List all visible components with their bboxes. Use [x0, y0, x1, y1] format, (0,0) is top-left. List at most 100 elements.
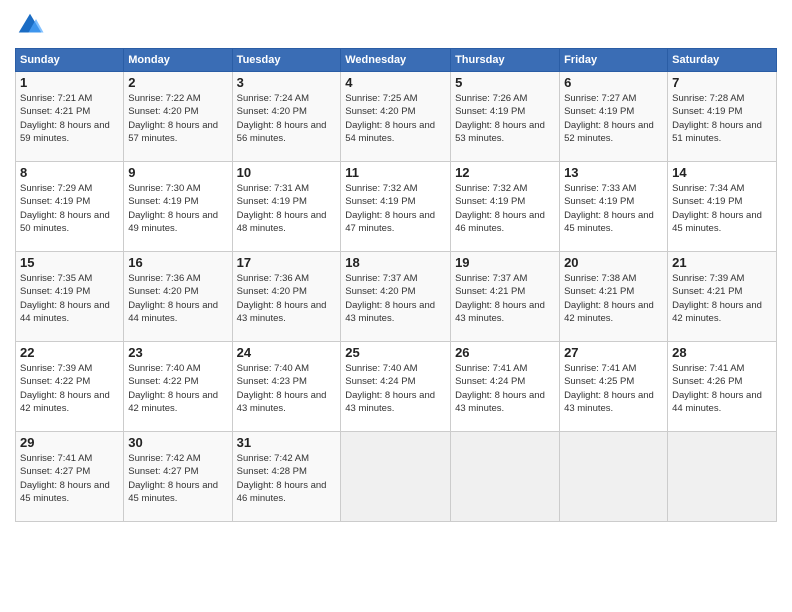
calendar-cell: 12 Sunrise: 7:32 AM Sunset: 4:19 PM Dayl… [451, 162, 560, 252]
day-number: 6 [564, 75, 663, 90]
day-number: 12 [455, 165, 555, 180]
calendar-week-5: 29 Sunrise: 7:41 AM Sunset: 4:27 PM Dayl… [16, 432, 777, 522]
calendar-cell: 29 Sunrise: 7:41 AM Sunset: 4:27 PM Dayl… [16, 432, 124, 522]
day-number: 22 [20, 345, 119, 360]
day-number: 27 [564, 345, 663, 360]
day-number: 13 [564, 165, 663, 180]
day-number: 29 [20, 435, 119, 450]
day-number: 11 [345, 165, 446, 180]
day-info: Sunrise: 7:40 AM Sunset: 4:23 PM Dayligh… [237, 362, 337, 415]
calendar-cell: 28 Sunrise: 7:41 AM Sunset: 4:26 PM Dayl… [668, 342, 777, 432]
logo [15, 10, 49, 40]
calendar-cell: 8 Sunrise: 7:29 AM Sunset: 4:19 PM Dayli… [16, 162, 124, 252]
day-number: 14 [672, 165, 772, 180]
day-info: Sunrise: 7:31 AM Sunset: 4:19 PM Dayligh… [237, 182, 337, 235]
calendar-cell: 26 Sunrise: 7:41 AM Sunset: 4:24 PM Dayl… [451, 342, 560, 432]
day-info: Sunrise: 7:35 AM Sunset: 4:19 PM Dayligh… [20, 272, 119, 325]
day-number: 4 [345, 75, 446, 90]
calendar-cell: 11 Sunrise: 7:32 AM Sunset: 4:19 PM Dayl… [341, 162, 451, 252]
day-number: 15 [20, 255, 119, 270]
day-number: 25 [345, 345, 446, 360]
day-info: Sunrise: 7:37 AM Sunset: 4:21 PM Dayligh… [455, 272, 555, 325]
day-number: 31 [237, 435, 337, 450]
calendar-cell: 25 Sunrise: 7:40 AM Sunset: 4:24 PM Dayl… [341, 342, 451, 432]
calendar-cell: 4 Sunrise: 7:25 AM Sunset: 4:20 PM Dayli… [341, 72, 451, 162]
calendar-cell: 7 Sunrise: 7:28 AM Sunset: 4:19 PM Dayli… [668, 72, 777, 162]
calendar-cell: 14 Sunrise: 7:34 AM Sunset: 4:19 PM Dayl… [668, 162, 777, 252]
page: SundayMondayTuesdayWednesdayThursdayFrid… [0, 0, 792, 612]
day-number: 30 [128, 435, 227, 450]
day-number: 2 [128, 75, 227, 90]
calendar-cell: 18 Sunrise: 7:37 AM Sunset: 4:20 PM Dayl… [341, 252, 451, 342]
calendar-cell: 17 Sunrise: 7:36 AM Sunset: 4:20 PM Dayl… [232, 252, 341, 342]
logo-icon [15, 10, 45, 40]
day-number: 19 [455, 255, 555, 270]
header-tuesday: Tuesday [232, 49, 341, 72]
calendar-table: SundayMondayTuesdayWednesdayThursdayFrid… [15, 48, 777, 522]
day-info: Sunrise: 7:40 AM Sunset: 4:22 PM Dayligh… [128, 362, 227, 415]
day-info: Sunrise: 7:38 AM Sunset: 4:21 PM Dayligh… [564, 272, 663, 325]
day-info: Sunrise: 7:26 AM Sunset: 4:19 PM Dayligh… [455, 92, 555, 145]
day-info: Sunrise: 7:42 AM Sunset: 4:28 PM Dayligh… [237, 452, 337, 505]
day-number: 16 [128, 255, 227, 270]
day-info: Sunrise: 7:41 AM Sunset: 4:26 PM Dayligh… [672, 362, 772, 415]
calendar-week-1: 1 Sunrise: 7:21 AM Sunset: 4:21 PM Dayli… [16, 72, 777, 162]
day-number: 8 [20, 165, 119, 180]
day-number: 9 [128, 165, 227, 180]
day-info: Sunrise: 7:36 AM Sunset: 4:20 PM Dayligh… [128, 272, 227, 325]
calendar-cell: 13 Sunrise: 7:33 AM Sunset: 4:19 PM Dayl… [560, 162, 668, 252]
calendar-cell: 16 Sunrise: 7:36 AM Sunset: 4:20 PM Dayl… [124, 252, 232, 342]
day-info: Sunrise: 7:33 AM Sunset: 4:19 PM Dayligh… [564, 182, 663, 235]
day-info: Sunrise: 7:37 AM Sunset: 4:20 PM Dayligh… [345, 272, 446, 325]
day-info: Sunrise: 7:29 AM Sunset: 4:19 PM Dayligh… [20, 182, 119, 235]
day-info: Sunrise: 7:21 AM Sunset: 4:21 PM Dayligh… [20, 92, 119, 145]
header-thursday: Thursday [451, 49, 560, 72]
calendar-cell: 15 Sunrise: 7:35 AM Sunset: 4:19 PM Dayl… [16, 252, 124, 342]
day-info: Sunrise: 7:41 AM Sunset: 4:24 PM Dayligh… [455, 362, 555, 415]
header-friday: Friday [560, 49, 668, 72]
day-number: 26 [455, 345, 555, 360]
calendar-cell [451, 432, 560, 522]
calendar-cell: 21 Sunrise: 7:39 AM Sunset: 4:21 PM Dayl… [668, 252, 777, 342]
header-sunday: Sunday [16, 49, 124, 72]
day-info: Sunrise: 7:24 AM Sunset: 4:20 PM Dayligh… [237, 92, 337, 145]
header-wednesday: Wednesday [341, 49, 451, 72]
calendar-cell: 2 Sunrise: 7:22 AM Sunset: 4:20 PM Dayli… [124, 72, 232, 162]
calendar-cell: 1 Sunrise: 7:21 AM Sunset: 4:21 PM Dayli… [16, 72, 124, 162]
day-info: Sunrise: 7:42 AM Sunset: 4:27 PM Dayligh… [128, 452, 227, 505]
calendar-header-row: SundayMondayTuesdayWednesdayThursdayFrid… [16, 49, 777, 72]
day-number: 5 [455, 75, 555, 90]
calendar-cell: 31 Sunrise: 7:42 AM Sunset: 4:28 PM Dayl… [232, 432, 341, 522]
calendar-cell: 6 Sunrise: 7:27 AM Sunset: 4:19 PM Dayli… [560, 72, 668, 162]
day-info: Sunrise: 7:22 AM Sunset: 4:20 PM Dayligh… [128, 92, 227, 145]
day-number: 21 [672, 255, 772, 270]
calendar-cell: 30 Sunrise: 7:42 AM Sunset: 4:27 PM Dayl… [124, 432, 232, 522]
day-info: Sunrise: 7:39 AM Sunset: 4:22 PM Dayligh… [20, 362, 119, 415]
day-number: 17 [237, 255, 337, 270]
day-info: Sunrise: 7:32 AM Sunset: 4:19 PM Dayligh… [455, 182, 555, 235]
day-number: 23 [128, 345, 227, 360]
calendar-week-4: 22 Sunrise: 7:39 AM Sunset: 4:22 PM Dayl… [16, 342, 777, 432]
calendar-week-2: 8 Sunrise: 7:29 AM Sunset: 4:19 PM Dayli… [16, 162, 777, 252]
day-number: 28 [672, 345, 772, 360]
day-info: Sunrise: 7:41 AM Sunset: 4:27 PM Dayligh… [20, 452, 119, 505]
calendar-cell: 3 Sunrise: 7:24 AM Sunset: 4:20 PM Dayli… [232, 72, 341, 162]
day-info: Sunrise: 7:27 AM Sunset: 4:19 PM Dayligh… [564, 92, 663, 145]
calendar-cell: 5 Sunrise: 7:26 AM Sunset: 4:19 PM Dayli… [451, 72, 560, 162]
day-info: Sunrise: 7:30 AM Sunset: 4:19 PM Dayligh… [128, 182, 227, 235]
day-number: 3 [237, 75, 337, 90]
calendar-cell [341, 432, 451, 522]
calendar-cell: 22 Sunrise: 7:39 AM Sunset: 4:22 PM Dayl… [16, 342, 124, 432]
day-info: Sunrise: 7:39 AM Sunset: 4:21 PM Dayligh… [672, 272, 772, 325]
day-number: 10 [237, 165, 337, 180]
calendar-cell [668, 432, 777, 522]
day-info: Sunrise: 7:32 AM Sunset: 4:19 PM Dayligh… [345, 182, 446, 235]
header [15, 10, 777, 40]
calendar-cell: 24 Sunrise: 7:40 AM Sunset: 4:23 PM Dayl… [232, 342, 341, 432]
calendar-cell [560, 432, 668, 522]
day-number: 7 [672, 75, 772, 90]
day-number: 18 [345, 255, 446, 270]
calendar-cell: 23 Sunrise: 7:40 AM Sunset: 4:22 PM Dayl… [124, 342, 232, 432]
calendar-cell: 10 Sunrise: 7:31 AM Sunset: 4:19 PM Dayl… [232, 162, 341, 252]
header-monday: Monday [124, 49, 232, 72]
